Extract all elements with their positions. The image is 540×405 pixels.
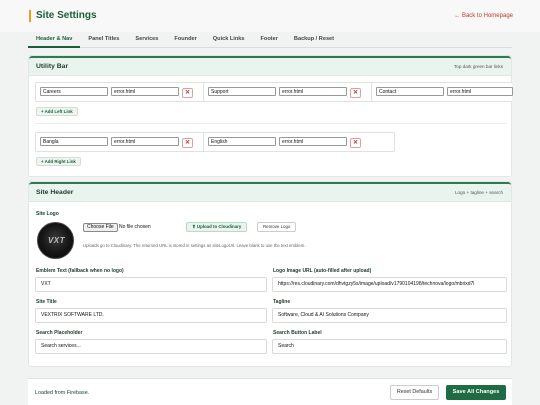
file-status-text: No file chosen	[119, 224, 151, 230]
utility-bar-title: Utility Bar	[36, 63, 69, 70]
upload-help-text: Uploads go to Cloudinary. The returned U…	[83, 243, 306, 248]
tagline-input[interactable]: Software, Cloud & AI Solutions Company	[272, 308, 507, 323]
page-title: Site Settings	[29, 10, 97, 22]
tab-founder[interactable]: Founder	[166, 32, 204, 48]
utility-bar-header: Utility Bar Top dark green bar links	[29, 56, 511, 76]
link-url-input[interactable]: error.html	[447, 87, 513, 96]
site-header-hint: Logo + tagline + search	[454, 190, 503, 195]
back-to-homepage-link[interactable]: ← Back to Homepage	[454, 13, 513, 19]
add-right-link-button[interactable]: + Add Right Link	[36, 157, 81, 166]
upload-cloudinary-button[interactable]: ⬆ Upload to Cloudinary	[186, 222, 248, 232]
save-all-changes-button[interactable]: Save All Changes	[446, 385, 506, 400]
link-label-input[interactable]: Bangla	[40, 137, 108, 146]
add-left-link-button[interactable]: + Add Left Link	[36, 107, 78, 116]
logo-preview: VXT	[37, 222, 74, 259]
search-placeholder-label: Search Placeholder	[36, 330, 83, 336]
logo-preview-text: VXT	[47, 236, 66, 245]
divider	[35, 123, 507, 124]
bottom-action-bar: Loaded from Firebase. Reset Defaults Sav…	[28, 378, 512, 405]
choose-file-button[interactable]: Choose File	[83, 223, 118, 232]
search-button-label-input[interactable]: Search	[272, 339, 507, 354]
page-header: Site Settings ← Back to Homepage	[0, 0, 540, 32]
link-url-input[interactable]: error.html	[111, 137, 179, 146]
tab-backup-reset[interactable]: Backup / Reset	[286, 32, 342, 48]
logo-url-input[interactable]: https://res.cloudinary.com/dhvtgzy5s/ima…	[272, 277, 507, 292]
site-logo-label: Site Logo	[36, 211, 59, 217]
tab-services[interactable]: Services	[127, 32, 166, 48]
left-link-contact: Contact error.html	[371, 82, 513, 102]
remove-link-button[interactable]: ✕	[350, 138, 361, 148]
reset-defaults-button[interactable]: Reset Defaults	[390, 385, 439, 400]
site-title-label: Site Title	[36, 299, 57, 305]
utility-bar-hint: Top dark green bar links	[453, 64, 503, 69]
search-button-label-label: Search Button Label	[273, 330, 322, 336]
link-url-input[interactable]: error.html	[111, 87, 179, 96]
left-link-support: Support error.html ✕	[203, 82, 395, 102]
load-status-text: Loaded from Firebase.	[35, 390, 90, 396]
site-header-title: Site Header	[36, 189, 74, 196]
right-link-bangla: Bangla error.html ✕	[35, 132, 227, 152]
utility-bar-card: Utility Bar Top dark green bar links Car…	[28, 55, 513, 177]
tab-footer[interactable]: Footer	[253, 32, 286, 48]
search-placeholder-input[interactable]: Search services...	[35, 339, 267, 354]
remove-link-button[interactable]: ✕	[182, 138, 193, 148]
link-label-input[interactable]: English	[208, 137, 276, 146]
site-header-card: Site Header Logo + tagline + search Site…	[28, 181, 512, 367]
remove-logo-button[interactable]: Remove Logo	[257, 222, 297, 232]
emblem-text-input[interactable]: VXT	[35, 277, 267, 292]
tagline-label: Tagline	[273, 299, 291, 305]
right-link-english: English error.html ✕	[203, 132, 395, 152]
logo-url-label: Logo Image URL (auto-filled after upload…	[273, 268, 372, 274]
site-header-header: Site Header Logo + tagline + search	[29, 182, 511, 202]
tab-panel-titles[interactable]: Panel Titles	[80, 32, 127, 48]
link-url-input[interactable]: error.html	[279, 137, 347, 146]
link-label-input[interactable]: Contact	[376, 87, 444, 96]
remove-link-button[interactable]: ✕	[182, 88, 193, 98]
remove-link-button[interactable]: ✕	[350, 88, 361, 98]
tab-quick-links[interactable]: Quick Links	[205, 32, 253, 48]
tab-bar: Header & Nav Panel Titles Services Found…	[28, 32, 512, 48]
link-label-input[interactable]: Support	[208, 87, 276, 96]
link-label-input[interactable]: Careers	[40, 87, 108, 96]
site-title-input[interactable]: VEXTRIX SOFTWARE LTD.	[35, 308, 267, 323]
link-url-input[interactable]: error.html	[279, 87, 347, 96]
left-link-careers: Careers error.html ✕	[35, 82, 227, 102]
emblem-text-label: Emblem Text (fallback when no logo)	[36, 268, 124, 274]
tab-header-nav[interactable]: Header & Nav	[28, 32, 81, 48]
